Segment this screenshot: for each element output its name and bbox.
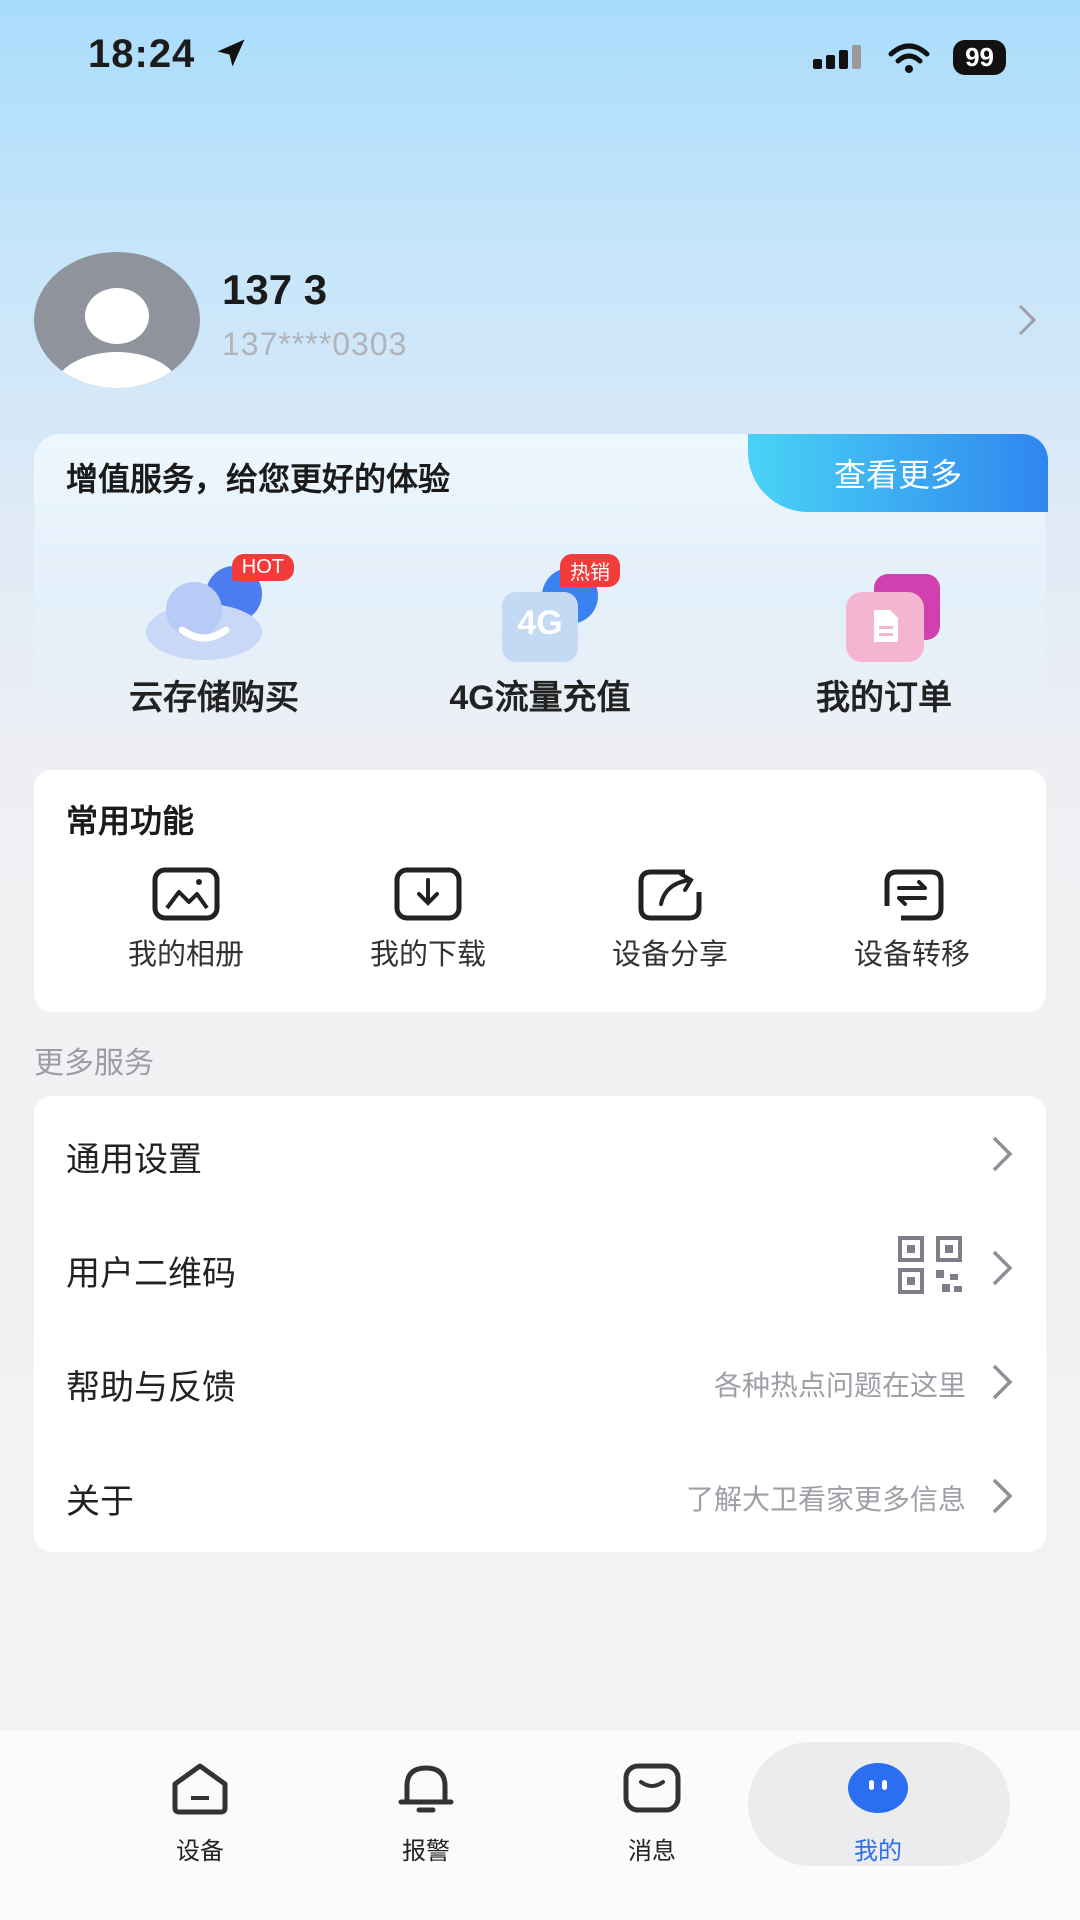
value-added-card: 增值服务，给您更好的体验 查看更多 HOT 云存储购买 4G 热销 4G流量充值 [34,434,1048,734]
value-added-title: 增值服务，给您更好的体验 [66,461,451,497]
more-services-title: 更多服务 [34,1047,154,1080]
user-qr-code-label: 用户二维码 [66,1255,236,1293]
general-settings-row[interactable]: 通用设置 [34,1096,1046,1210]
nav-tab-mine[interactable]: 我的 [798,1760,958,1866]
my-downloads-button[interactable]: 我的下载 [318,866,538,973]
view-more-button[interactable]: 查看更多 [748,434,1048,512]
qr-code-icon [896,1236,966,1301]
my-album-button[interactable]: 我的相册 [76,866,296,973]
general-settings-label: 通用设置 [66,1141,202,1179]
orders-icon [804,554,964,664]
device-transfer-label: 设备转移 [853,939,970,971]
4g-icon-text: 4G [517,604,563,642]
my-album-label: 我的相册 [127,939,244,971]
hot-sale-badge: 热销 [560,554,620,587]
download-icon [394,867,462,921]
my-downloads-label: 我的下载 [369,939,486,971]
my-orders-label: 我的订单 [816,679,952,717]
transfer-icon [884,869,944,921]
chevron-right-icon [990,1476,1016,1521]
nav-label-alarm: 报警 [402,1838,450,1865]
chevron-right-icon [990,1134,1016,1179]
data-recharge-label: 4G流量充值 [449,679,631,717]
profile-chevron-icon[interactable] [1016,300,1040,345]
nav-label-devices: 设备 [176,1838,224,1865]
nav-tab-alarm[interactable]: 报警 [346,1760,506,1866]
help-feedback-row[interactable]: 帮助与反馈 各种热点问题在这里 [34,1324,1046,1438]
more-services-card: 通用设置 用户二维码 帮助与反馈 各种热点问题在这里 关于 了解大卫看家更多信息 [34,1096,1046,1552]
bottom-navigation: 设备 报警 消息 我的 [0,1730,1080,1920]
device-transfer-button[interactable]: 设备转移 [802,866,1022,973]
home-icon [172,1763,228,1815]
help-feedback-label: 帮助与反馈 [66,1369,236,1407]
cloud-storage-icon: HOT [134,554,294,664]
common-functions-title: 常用功能 [66,803,195,839]
about-hint: 了解大卫看家更多信息 [685,1484,966,1515]
location-arrow-icon [217,39,245,67]
status-time: 18:24 [88,32,249,77]
nav-tab-devices[interactable]: 设备 [120,1760,280,1866]
share-icon [638,869,702,921]
device-share-label: 设备分享 [611,939,728,971]
device-share-button[interactable]: 设备分享 [560,866,780,973]
data-recharge-item[interactable]: 4G 热销 4G流量充值 [410,554,670,719]
user-qr-code-row[interactable]: 用户二维码 [34,1210,1046,1324]
status-indicators: 99 [813,40,1006,75]
cloud-storage-item[interactable]: HOT 云存储购买 [84,554,344,719]
cloud-storage-label: 云存储购买 [129,679,299,717]
bell-icon [398,1765,454,1813]
nav-label-messages: 消息 [628,1838,676,1865]
avatar[interactable] [34,252,200,388]
profile-icon [848,1763,908,1813]
nav-label-mine: 我的 [854,1838,902,1865]
about-label: 关于 [66,1483,134,1521]
message-icon [623,1763,681,1813]
4g-recharge-icon: 4G 热销 [460,554,620,664]
signal-icon [813,44,862,69]
battery-indicator: 99 [953,40,1006,75]
chevron-right-icon [990,1362,1016,1407]
chevron-right-icon [990,1248,1016,1293]
common-functions-card: 常用功能 我的相册 我的下载 设备分享 设备转移 [34,770,1046,1012]
about-row[interactable]: 关于 了解大卫看家更多信息 [34,1438,1046,1552]
my-orders-item[interactable]: 我的订单 [754,554,1014,719]
help-feedback-hint: 各种热点问题在这里 [713,1370,966,1401]
wifi-icon [888,43,930,73]
profile-name[interactable]: 137 3 [222,266,327,314]
album-icon [152,867,220,921]
hot-badge: HOT [231,554,294,581]
nav-tab-messages[interactable]: 消息 [572,1760,732,1866]
profile-phone: 137****0303 [222,326,408,362]
